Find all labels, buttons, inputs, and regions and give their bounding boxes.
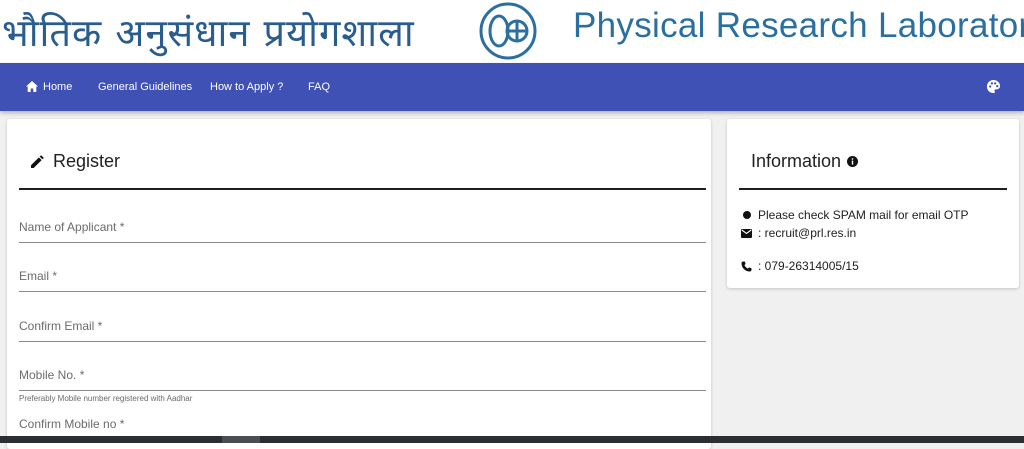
register-title: Register (53, 151, 121, 171)
spam-notice: Please check SPAM mail for email OTP (740, 208, 969, 222)
applicant-name-field: Name of Applicant * (19, 220, 706, 243)
mobile-label: Mobile No. * (19, 368, 85, 382)
spam-notice-text: Please check SPAM mail for email OTP (758, 208, 969, 222)
contact-phone: : 079-26314005/15 (740, 259, 859, 273)
contact-email: : recruit@prl.res.in (740, 226, 856, 240)
nav-guidelines-link[interactable]: General Guidelines (98, 63, 192, 111)
email-field: Email * (19, 269, 706, 292)
information-heading: Information (751, 151, 859, 172)
home-icon (26, 80, 38, 92)
confirm-email-input[interactable] (19, 338, 706, 342)
register-card: Register Name of Applicant * Email * Con… (7, 119, 711, 449)
contact-email-text: : recruit@prl.res.in (758, 226, 857, 240)
email-input[interactable] (19, 288, 706, 292)
nav-faq-link[interactable]: FAQ (308, 63, 330, 111)
mobile-field: Mobile No. * Preferably Mobile number re… (19, 368, 706, 403)
bullet-icon (742, 211, 751, 219)
taskbar-strip (0, 436, 1024, 443)
confirm-email-field: Confirm Email * (19, 319, 706, 342)
register-divider (19, 188, 706, 190)
nav-home-label: Home (43, 81, 73, 93)
register-heading: Register (31, 151, 120, 172)
email-label: Email * (19, 269, 58, 283)
phone-icon (741, 261, 752, 271)
palette-icon[interactable] (986, 79, 1001, 94)
info-icon (847, 156, 859, 167)
email-icon (741, 228, 752, 238)
hindi-title: भौतिक अनुसंधान प्रयोगशाला (2, 11, 415, 55)
taskbar-segment (222, 436, 260, 443)
site-header: भौतिक अनुसंधान प्रयोगशाला Physical Resea… (0, 0, 1024, 63)
english-title: Physical Research Laboratory (573, 6, 1024, 45)
information-title: Information (751, 151, 842, 171)
applicant-name-label: Name of Applicant * (19, 220, 125, 234)
confirm-mobile-label: Confirm Mobile no * (19, 417, 125, 431)
pencil-icon (31, 155, 44, 168)
nav-apply-link[interactable]: How to Apply ? (210, 63, 283, 111)
mobile-hint: Preferably Mobile number registered with… (19, 394, 193, 403)
information-card: Information Please check SPAM mail for e… (727, 119, 1019, 288)
confirm-email-label: Confirm Email * (19, 319, 103, 333)
applicant-name-input[interactable] (19, 239, 706, 243)
prl-logo-icon (479, 2, 537, 60)
contact-phone-text: : 079-26314005/15 (758, 259, 859, 273)
information-divider (739, 188, 1007, 190)
mobile-input[interactable] (19, 387, 706, 391)
main-navbar: Home General Guidelines How to Apply ? F… (0, 63, 1024, 111)
nav-home-link[interactable]: Home (26, 63, 72, 111)
